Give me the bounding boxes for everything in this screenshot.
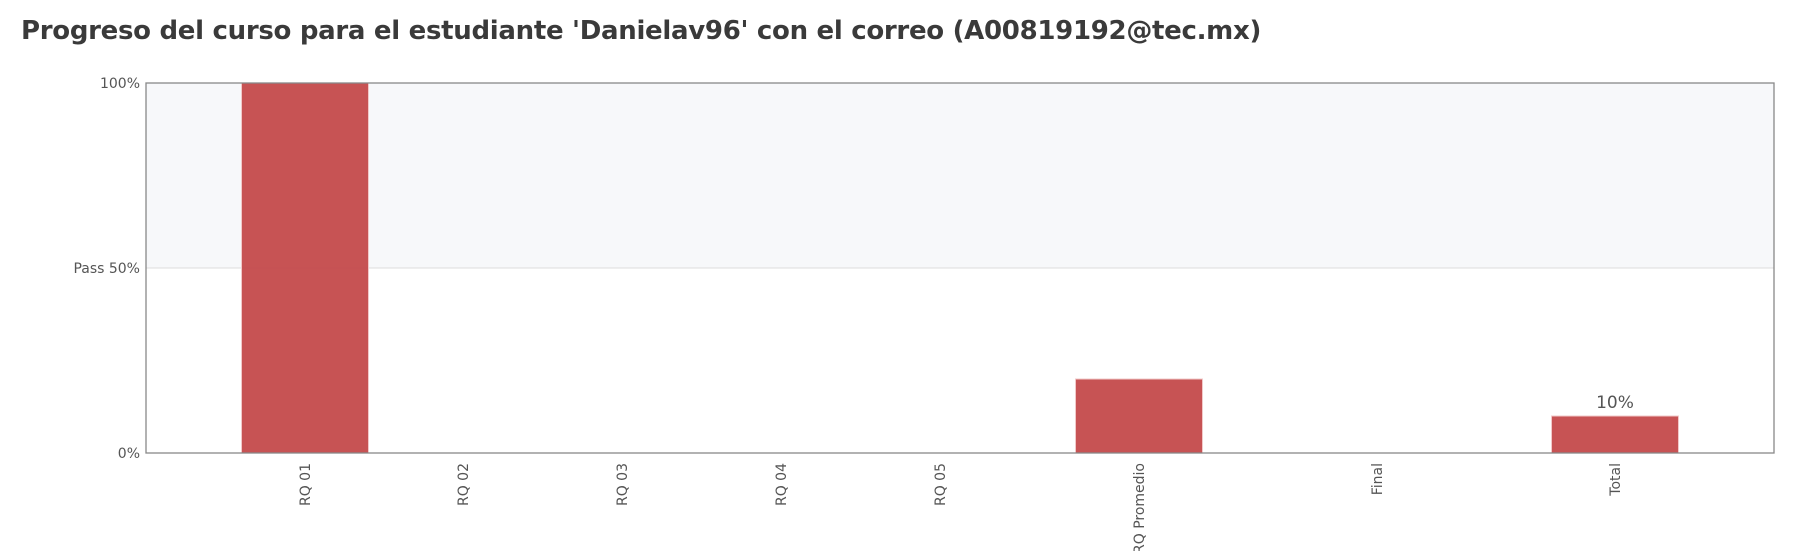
x-tick-label: RQ Promedio bbox=[1132, 463, 1148, 551]
y-tick-label: Pass 50% bbox=[73, 261, 140, 277]
x-tick-label: RQ 02 bbox=[456, 463, 472, 506]
data-label: 10% bbox=[1596, 393, 1634, 413]
x-tick-label: RQ 04 bbox=[774, 463, 790, 506]
x-tick-label: RQ 03 bbox=[615, 463, 631, 506]
bar bbox=[1075, 378, 1203, 454]
bar-chart: 0% Pass 50% 100% RQ 01 RQ 02 RQ 03 RQ 04 RQ 05 R… bbox=[73, 76, 1775, 551]
bar bbox=[241, 82, 369, 454]
bar bbox=[1551, 415, 1679, 454]
y-tick-label: 100% bbox=[100, 76, 140, 92]
x-tick-label: Final bbox=[1370, 463, 1386, 495]
x-tick-label: Total bbox=[1608, 463, 1624, 497]
y-tick-label: 0% bbox=[118, 446, 140, 462]
x-tick-label: RQ 01 bbox=[298, 463, 314, 506]
pass-region bbox=[146, 83, 1774, 268]
x-tick-label: RQ 05 bbox=[933, 463, 949, 506]
